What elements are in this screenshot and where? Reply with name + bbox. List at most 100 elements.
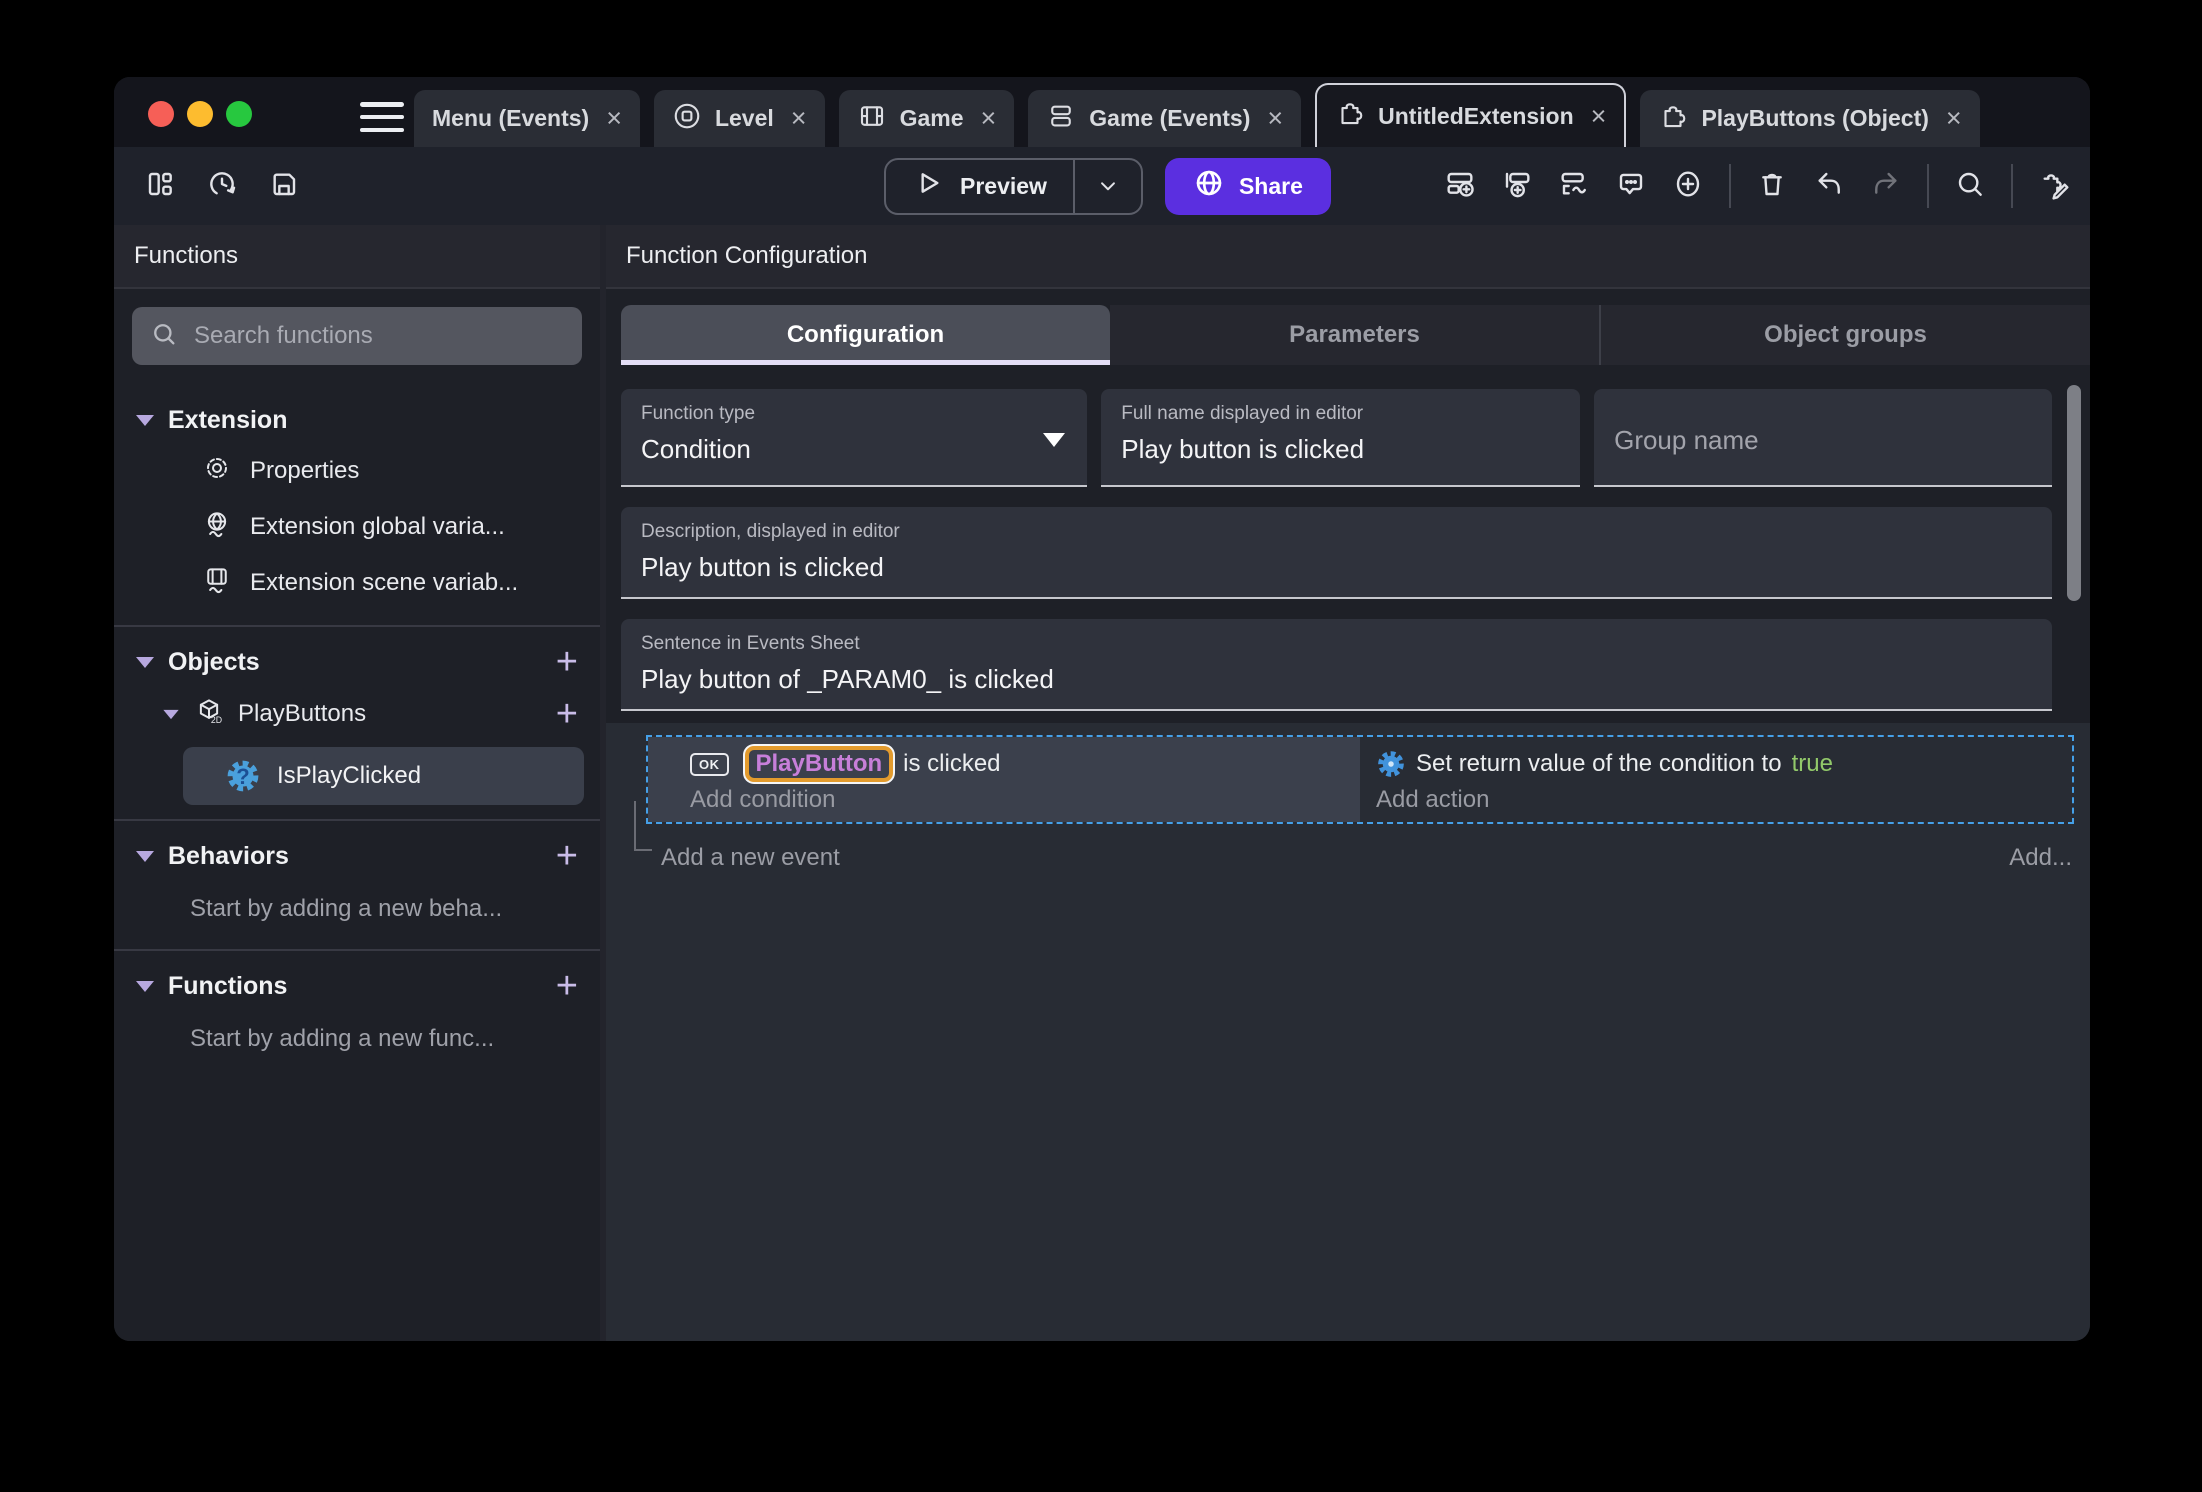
tab-label: UntitledExtension bbox=[1378, 102, 1574, 129]
close-icon[interactable]: × bbox=[1591, 101, 1607, 132]
gear-icon bbox=[202, 453, 232, 490]
section-extension[interactable]: Extension bbox=[114, 397, 600, 443]
close-icon[interactable]: × bbox=[791, 103, 807, 134]
item-label: PlayButtons bbox=[238, 700, 367, 727]
divider bbox=[114, 625, 600, 627]
sentence-field[interactable]: Sentence in Events Sheet Play button of … bbox=[621, 619, 2052, 711]
close-window-button[interactable] bbox=[148, 101, 174, 127]
tab-untitled-extension[interactable]: UntitledExtension × bbox=[1315, 83, 1627, 147]
chevron-down-icon[interactable] bbox=[136, 850, 154, 862]
sidebar-item-extension-global-variables[interactable]: Extension global varia... bbox=[114, 499, 600, 555]
search-functions-input[interactable] bbox=[194, 322, 564, 350]
preview-button[interactable]: Preview bbox=[884, 157, 1143, 215]
trash-icon[interactable] bbox=[1756, 168, 1788, 205]
tab-playbuttons-object[interactable]: PlayButtons (Object) × bbox=[1640, 90, 1980, 147]
action-value-true[interactable]: true bbox=[1792, 750, 1833, 778]
chevron-down-icon[interactable] bbox=[136, 656, 154, 668]
add-function-to-object-button[interactable]: + bbox=[556, 695, 578, 733]
tab-parameters[interactable]: Parameters bbox=[1110, 305, 1599, 365]
add-object-button[interactable]: + bbox=[556, 643, 578, 681]
menu-hamburger-icon[interactable] bbox=[360, 102, 404, 132]
chevron-down-icon[interactable] bbox=[136, 980, 154, 992]
tab-game[interactable]: Game × bbox=[838, 90, 1015, 147]
events-footer: Add a new event Add... bbox=[661, 844, 2072, 872]
search-icon[interactable] bbox=[1954, 168, 1986, 205]
scrollbar-thumb[interactable] bbox=[2067, 385, 2081, 601]
toolbar-separator bbox=[1729, 164, 1731, 208]
comment-icon[interactable] bbox=[1615, 168, 1647, 205]
share-button[interactable]: Share bbox=[1164, 157, 1331, 215]
divider bbox=[114, 819, 600, 821]
field-label: Description, displayed in editor bbox=[641, 521, 900, 542]
share-label: Share bbox=[1238, 172, 1303, 199]
section-label: Functions bbox=[168, 971, 288, 1000]
play-icon bbox=[912, 167, 944, 205]
close-icon[interactable]: × bbox=[606, 103, 622, 134]
actions-column[interactable]: Set return value of the condition to tru… bbox=[1360, 737, 2072, 822]
close-icon[interactable]: × bbox=[1946, 103, 1962, 134]
condition-object-name[interactable]: PlayButton bbox=[744, 746, 894, 782]
tab-label: Game (Events) bbox=[1089, 105, 1251, 131]
app-window: Menu (Events) × Level × Game × Game (Eve… bbox=[114, 77, 2090, 1341]
add-behavior-button[interactable]: + bbox=[556, 837, 578, 875]
home-dashboard-icon[interactable] bbox=[144, 168, 176, 205]
sidebar-item-extension-scene-variables[interactable]: Extension scene variab... bbox=[114, 555, 600, 611]
section-objects[interactable]: Objects + bbox=[114, 639, 600, 685]
film-icon bbox=[857, 101, 887, 137]
add-condition-link[interactable]: Add condition bbox=[690, 786, 1360, 814]
fields-row: Function type Condition Full name displa… bbox=[621, 389, 2053, 487]
condition-function-icon: ? bbox=[225, 758, 261, 794]
add-subevent-icon[interactable] bbox=[1501, 168, 1533, 205]
sidebar-item-playbuttons[interactable]: 2D PlayButtons + bbox=[114, 685, 600, 743]
add-action-link[interactable]: Add action bbox=[1376, 786, 2072, 814]
tab-menu-events[interactable]: Menu (Events) × bbox=[414, 90, 640, 147]
version-history-icon[interactable] bbox=[206, 168, 238, 205]
sidebar-item-isplayclicked-selected[interactable]: ? IsPlayClicked bbox=[183, 747, 584, 805]
edit-extension-icon[interactable] bbox=[2038, 168, 2070, 205]
add-free-function-button[interactable]: + bbox=[556, 967, 578, 1005]
chevron-down-icon[interactable] bbox=[163, 709, 179, 719]
search-functions-box[interactable] bbox=[132, 307, 582, 365]
action-text: Set return value of the condition to bbox=[1416, 750, 1782, 777]
zoom-window-button[interactable] bbox=[226, 101, 252, 127]
dropdown-arrow-icon bbox=[1043, 433, 1066, 447]
add-circle-icon[interactable] bbox=[1672, 168, 1704, 205]
redo-icon[interactable] bbox=[1870, 168, 1902, 205]
search-icon bbox=[150, 320, 178, 353]
tab-object-groups[interactable]: Object groups bbox=[1599, 305, 2090, 365]
add-condition-icon[interactable] bbox=[1558, 168, 1590, 205]
close-icon[interactable]: × bbox=[981, 103, 997, 134]
tab-game-events[interactable]: Game (Events) × bbox=[1028, 90, 1302, 147]
toolbar-right bbox=[1444, 164, 2070, 208]
group-name-field[interactable]: Group name bbox=[1594, 389, 2053, 487]
tab-configuration[interactable]: Configuration bbox=[621, 305, 1110, 365]
conditions-column[interactable]: OK PlayButton is clicked Add condition bbox=[648, 737, 1360, 822]
tab-label: PlayButtons (Object) bbox=[1701, 105, 1929, 131]
full-name-field[interactable]: Full name displayed in editor Play butto… bbox=[1101, 389, 1581, 487]
toolbar-left bbox=[144, 168, 300, 205]
minimize-window-button[interactable] bbox=[187, 101, 213, 127]
section-behaviors[interactable]: Behaviors + bbox=[114, 833, 600, 879]
add-event-icon[interactable] bbox=[1444, 168, 1476, 205]
field-label: Sentence in Events Sheet bbox=[641, 633, 860, 654]
add-more-link[interactable]: Add... bbox=[2009, 844, 2072, 872]
field-label: Function type bbox=[641, 403, 756, 424]
section-functions[interactable]: Functions + bbox=[114, 963, 600, 1009]
function-type-select[interactable]: Function type Condition bbox=[621, 389, 1088, 487]
add-new-event-link[interactable]: Add a new event bbox=[661, 844, 840, 872]
chevron-down-icon[interactable] bbox=[136, 414, 154, 426]
section-label: Behaviors bbox=[168, 841, 289, 870]
save-icon[interactable] bbox=[268, 168, 300, 205]
tab-level[interactable]: Level × bbox=[653, 90, 825, 147]
close-icon[interactable]: × bbox=[1267, 103, 1283, 134]
field-value: Condition bbox=[641, 434, 751, 464]
field-label: Full name displayed in editor bbox=[1121, 403, 1364, 424]
toolbar: Preview Share bbox=[114, 147, 2090, 225]
button-object-icon: OK bbox=[690, 752, 729, 776]
undo-icon[interactable] bbox=[1813, 168, 1845, 205]
event-row-selected[interactable]: OK PlayButton is clicked Add condition S… bbox=[646, 735, 2074, 824]
object-2d-cube-icon: 2D bbox=[194, 696, 224, 733]
sidebar-item-properties[interactable]: Properties bbox=[114, 443, 600, 499]
preview-options-dropdown[interactable] bbox=[1072, 159, 1141, 213]
description-field[interactable]: Description, displayed in editor Play bu… bbox=[621, 507, 2052, 599]
